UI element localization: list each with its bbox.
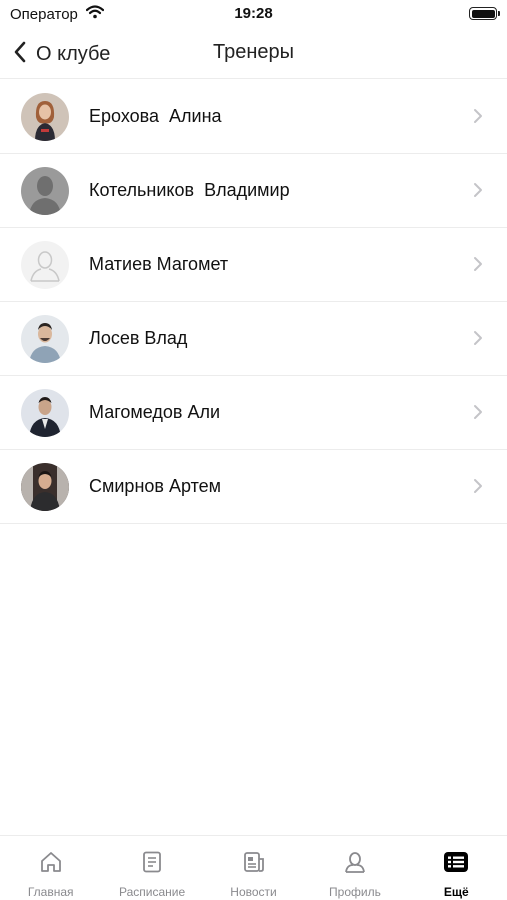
more-list-icon: [443, 850, 469, 879]
coach-row[interactable]: Матиев Магомет: [0, 228, 507, 302]
coach-row[interactable]: Смирнов Артем: [0, 450, 507, 524]
schedule-icon: [140, 850, 164, 879]
profile-icon: [343, 850, 367, 879]
chevron-right-icon: [473, 256, 483, 277]
avatar: [21, 92, 69, 141]
tab-label: Новости: [230, 885, 277, 899]
news-icon: [242, 850, 266, 879]
chevron-right-icon: [473, 182, 483, 203]
coach-list: Ерохова Алина Котельников Владимир Матие…: [0, 80, 507, 524]
battery-icon: [469, 7, 500, 20]
tab-label: Ещё: [443, 885, 469, 899]
avatar: [21, 166, 69, 215]
tab-bar: Главная Расписание Новости Профиль Ещё: [0, 835, 507, 900]
avatar: [21, 240, 69, 289]
tab-label: Профиль: [329, 885, 381, 899]
back-button[interactable]: О клубе: [14, 40, 110, 68]
coach-name: Ерохова Алина: [89, 106, 222, 126]
status-time: 19:28: [234, 5, 273, 22]
tab-profile[interactable]: Профиль: [304, 836, 405, 900]
coach-row[interactable]: Лосев Влад: [0, 302, 507, 376]
avatar: [21, 388, 69, 437]
coach-row[interactable]: Ерохова Алина: [0, 80, 507, 154]
avatar: [21, 314, 69, 363]
coach-name: Магомедов Али: [89, 402, 221, 422]
chevron-right-icon: [473, 478, 483, 499]
coach-row[interactable]: Магомедов Али: [0, 376, 507, 450]
tab-home[interactable]: Главная: [0, 836, 101, 900]
status-bar: Оператор 19:28: [0, 0, 507, 30]
chevron-right-icon: [473, 108, 483, 129]
tab-more[interactable]: Ещё: [406, 836, 507, 900]
back-button-label: О клубе: [36, 42, 111, 65]
coach-name: Смирнов Артем: [89, 476, 222, 496]
chevron-left-icon: [14, 41, 26, 68]
avatar: [21, 462, 69, 511]
tab-label: Главная: [27, 885, 74, 899]
coach-name: Котельников Владимир: [89, 180, 290, 200]
tab-label: Расписание: [119, 885, 186, 899]
home-icon: [39, 850, 63, 879]
coach-name: Лосев Влад: [89, 328, 188, 348]
chevron-right-icon: [473, 330, 483, 351]
tab-schedule[interactable]: Расписание: [101, 836, 202, 900]
chevron-right-icon: [473, 404, 483, 425]
coach-row[interactable]: Котельников Владимир: [0, 154, 507, 228]
navigation-bar: О клубе Тренеры: [0, 30, 507, 79]
coach-name: Матиев Магомет: [89, 254, 229, 274]
tab-news[interactable]: Новости: [203, 836, 304, 900]
